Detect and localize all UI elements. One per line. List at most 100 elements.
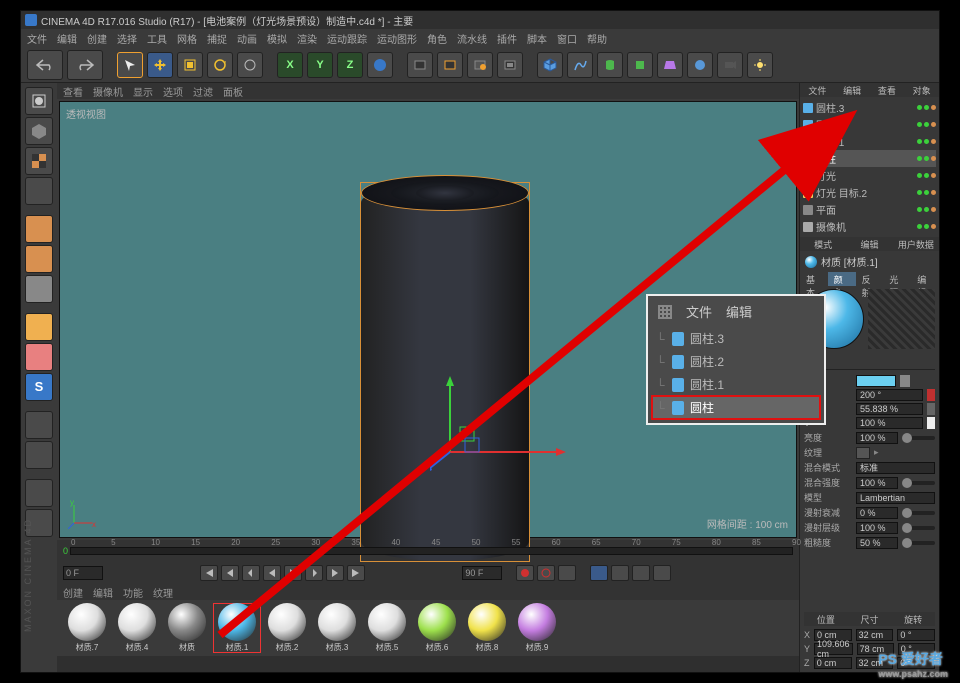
slider[interactable]: [902, 541, 936, 545]
undo-button[interactable]: [27, 50, 63, 80]
y-axis-lock[interactable]: Y: [307, 52, 333, 78]
viewtab[interactable]: 显示: [133, 84, 153, 99]
v-value[interactable]: 100 %: [856, 417, 923, 429]
attr-value[interactable]: 100 %: [856, 432, 898, 444]
rotate-tool[interactable]: [207, 52, 233, 78]
attr-tab[interactable]: 模式: [800, 237, 846, 251]
menu-角色[interactable]: 角色: [427, 31, 447, 46]
menu-捕捉[interactable]: 捕捉: [207, 31, 227, 46]
color-swatch[interactable]: [856, 375, 896, 387]
workplane-mode[interactable]: [25, 177, 53, 205]
callout-item[interactable]: └圆柱.3: [652, 327, 820, 350]
material-slot[interactable]: 材质.1: [213, 603, 261, 653]
menu-模拟[interactable]: 模拟: [267, 31, 287, 46]
range-end[interactable]: 90 F: [462, 566, 502, 580]
goto-start[interactable]: [200, 565, 218, 581]
render-settings[interactable]: [497, 52, 523, 78]
coord-val[interactable]: 32 cm: [856, 629, 894, 641]
slider[interactable]: [902, 511, 936, 515]
next-frame[interactable]: [305, 565, 323, 581]
play-back[interactable]: [263, 565, 281, 581]
coord-tab[interactable]: 尺寸: [848, 612, 892, 626]
viewtab[interactable]: 过滤: [193, 84, 213, 99]
add-deformer[interactable]: [657, 52, 683, 78]
key-pla[interactable]: [653, 565, 671, 581]
axis-gizmo[interactable]: [430, 372, 610, 512]
select-tool[interactable]: [117, 52, 143, 78]
menu-流水线[interactable]: 流水线: [457, 31, 487, 46]
attr-subtab[interactable]: 基本: [800, 272, 828, 286]
menu-创建[interactable]: 创建: [87, 31, 107, 46]
attr-value[interactable]: 0 %: [856, 507, 898, 519]
key-scale[interactable]: [611, 565, 629, 581]
mat-tab[interactable]: 编辑: [93, 585, 113, 600]
attr-value[interactable]: 100 %: [856, 522, 898, 534]
s-value[interactable]: 55.838 %: [856, 403, 923, 415]
material-slot[interactable]: 材质.4: [113, 603, 161, 653]
snap-settings[interactable]: [25, 441, 53, 469]
timeline-track[interactable]: 051015202530354045505560657075808590: [70, 547, 793, 555]
coord-val[interactable]: 0 cm: [814, 657, 852, 669]
attr-value[interactable]: 100 %: [856, 477, 898, 489]
obj-tab[interactable]: 对象: [904, 83, 939, 97]
obj-tab[interactable]: 编辑: [835, 83, 870, 97]
material-slot[interactable]: 材质.6: [413, 603, 461, 653]
snap-toggle[interactable]: [25, 411, 53, 439]
prev-key[interactable]: [221, 565, 239, 581]
viewport-solo[interactable]: S: [25, 373, 53, 401]
record-key[interactable]: [516, 565, 534, 581]
object-manager[interactable]: 圆柱.3圆柱.2圆柱.1圆柱灯光灯光 目标.2平面摄像机: [800, 97, 939, 237]
attr-value[interactable]: Lambertian: [856, 492, 935, 504]
add-environment[interactable]: [687, 52, 713, 78]
object-item[interactable]: 平面: [803, 201, 936, 218]
play-forward[interactable]: [284, 565, 302, 581]
texture-mode[interactable]: [25, 147, 53, 175]
axis-mode[interactable]: [25, 313, 53, 341]
object-item[interactable]: 摄像机: [803, 218, 936, 235]
menu-运动跟踪[interactable]: 运动跟踪: [327, 31, 367, 46]
menu-编辑[interactable]: 编辑: [57, 31, 77, 46]
add-generator[interactable]: [627, 52, 653, 78]
render-view[interactable]: [407, 52, 433, 78]
color-picker-icon[interactable]: [900, 375, 910, 387]
prev-frame[interactable]: [242, 565, 260, 581]
attr-subtab[interactable]: 颜色: [828, 272, 856, 286]
autokey[interactable]: [537, 565, 555, 581]
coord-val[interactable]: 0 °: [897, 629, 935, 641]
object-item[interactable]: 灯光 目标.2: [803, 184, 936, 201]
viewtab[interactable]: 面板: [223, 84, 243, 99]
callout-item[interactable]: └圆柱.1: [652, 373, 820, 396]
recent-tool[interactable]: [237, 52, 263, 78]
menu-插件[interactable]: 插件: [497, 31, 517, 46]
mat-tab[interactable]: 创建: [63, 585, 83, 600]
next-key[interactable]: [326, 565, 344, 581]
poly-mode[interactable]: [25, 275, 53, 303]
viewtab[interactable]: 查看: [63, 84, 83, 99]
menu-工具[interactable]: 工具: [147, 31, 167, 46]
redo-button[interactable]: [67, 50, 103, 80]
material-slot[interactable]: 材质.3: [313, 603, 361, 653]
point-mode[interactable]: [25, 215, 53, 243]
move-tool[interactable]: [147, 52, 173, 78]
render-pv[interactable]: [467, 52, 493, 78]
edge-mode[interactable]: [25, 245, 53, 273]
model-mode[interactable]: [25, 117, 53, 145]
z-axis-lock[interactable]: Z: [337, 52, 363, 78]
material-slot[interactable]: 材质.5: [363, 603, 411, 653]
attr-tab[interactable]: 用户数据: [893, 237, 939, 251]
object-item[interactable]: 圆柱.2: [803, 116, 936, 133]
viewtab[interactable]: 选项: [163, 84, 183, 99]
callout-item[interactable]: └圆柱.2: [652, 350, 820, 373]
add-cube[interactable]: [537, 52, 563, 78]
menu-选择[interactable]: 选择: [117, 31, 137, 46]
attr-subtab[interactable]: 编辑: [911, 272, 939, 286]
attr-value[interactable]: 50 %: [856, 537, 898, 549]
key-pos[interactable]: [590, 565, 608, 581]
callout-file[interactable]: 文件: [686, 302, 712, 321]
callout-item[interactable]: └圆柱: [652, 396, 820, 419]
render-region[interactable]: [437, 52, 463, 78]
x-axis-lock[interactable]: X: [277, 52, 303, 78]
add-camera[interactable]: [717, 52, 743, 78]
menu-窗口[interactable]: 窗口: [557, 31, 577, 46]
add-spline[interactable]: [567, 52, 593, 78]
